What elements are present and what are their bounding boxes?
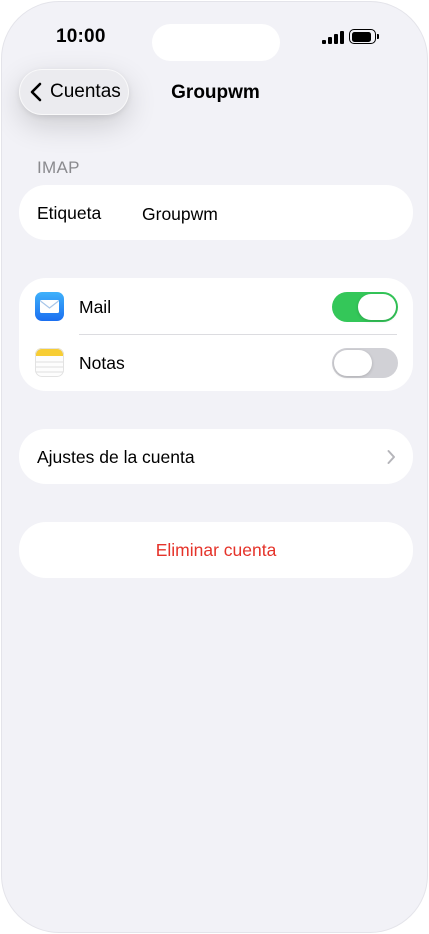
page-title: Groupwm xyxy=(171,82,260,103)
service-name-notes: Notas xyxy=(79,353,125,373)
cellular-signal-icon xyxy=(322,31,344,44)
status-time: 10:00 xyxy=(56,26,106,47)
delete-account-label: Eliminar cuenta xyxy=(155,540,277,560)
label-field-title: Etiqueta xyxy=(37,203,102,223)
label-field-input[interactable]: Groupwm xyxy=(142,204,218,225)
service-name-mail: Mail xyxy=(79,297,112,317)
notes-app-icon xyxy=(35,348,64,377)
mail-app-icon xyxy=(35,292,64,321)
dynamic-island xyxy=(152,24,280,61)
phone-screen: 10:00 Cuentas Groupwm IMAP Etiqueta Grou… xyxy=(1,1,428,933)
battery-icon xyxy=(349,29,379,44)
divider xyxy=(79,334,397,335)
chevron-right-icon xyxy=(387,450,395,464)
account-settings-label: Ajustes de la cuenta xyxy=(37,447,195,467)
section-header-imap: IMAP xyxy=(37,158,80,177)
notes-toggle[interactable] xyxy=(332,348,398,378)
mail-toggle[interactable] xyxy=(332,292,398,322)
